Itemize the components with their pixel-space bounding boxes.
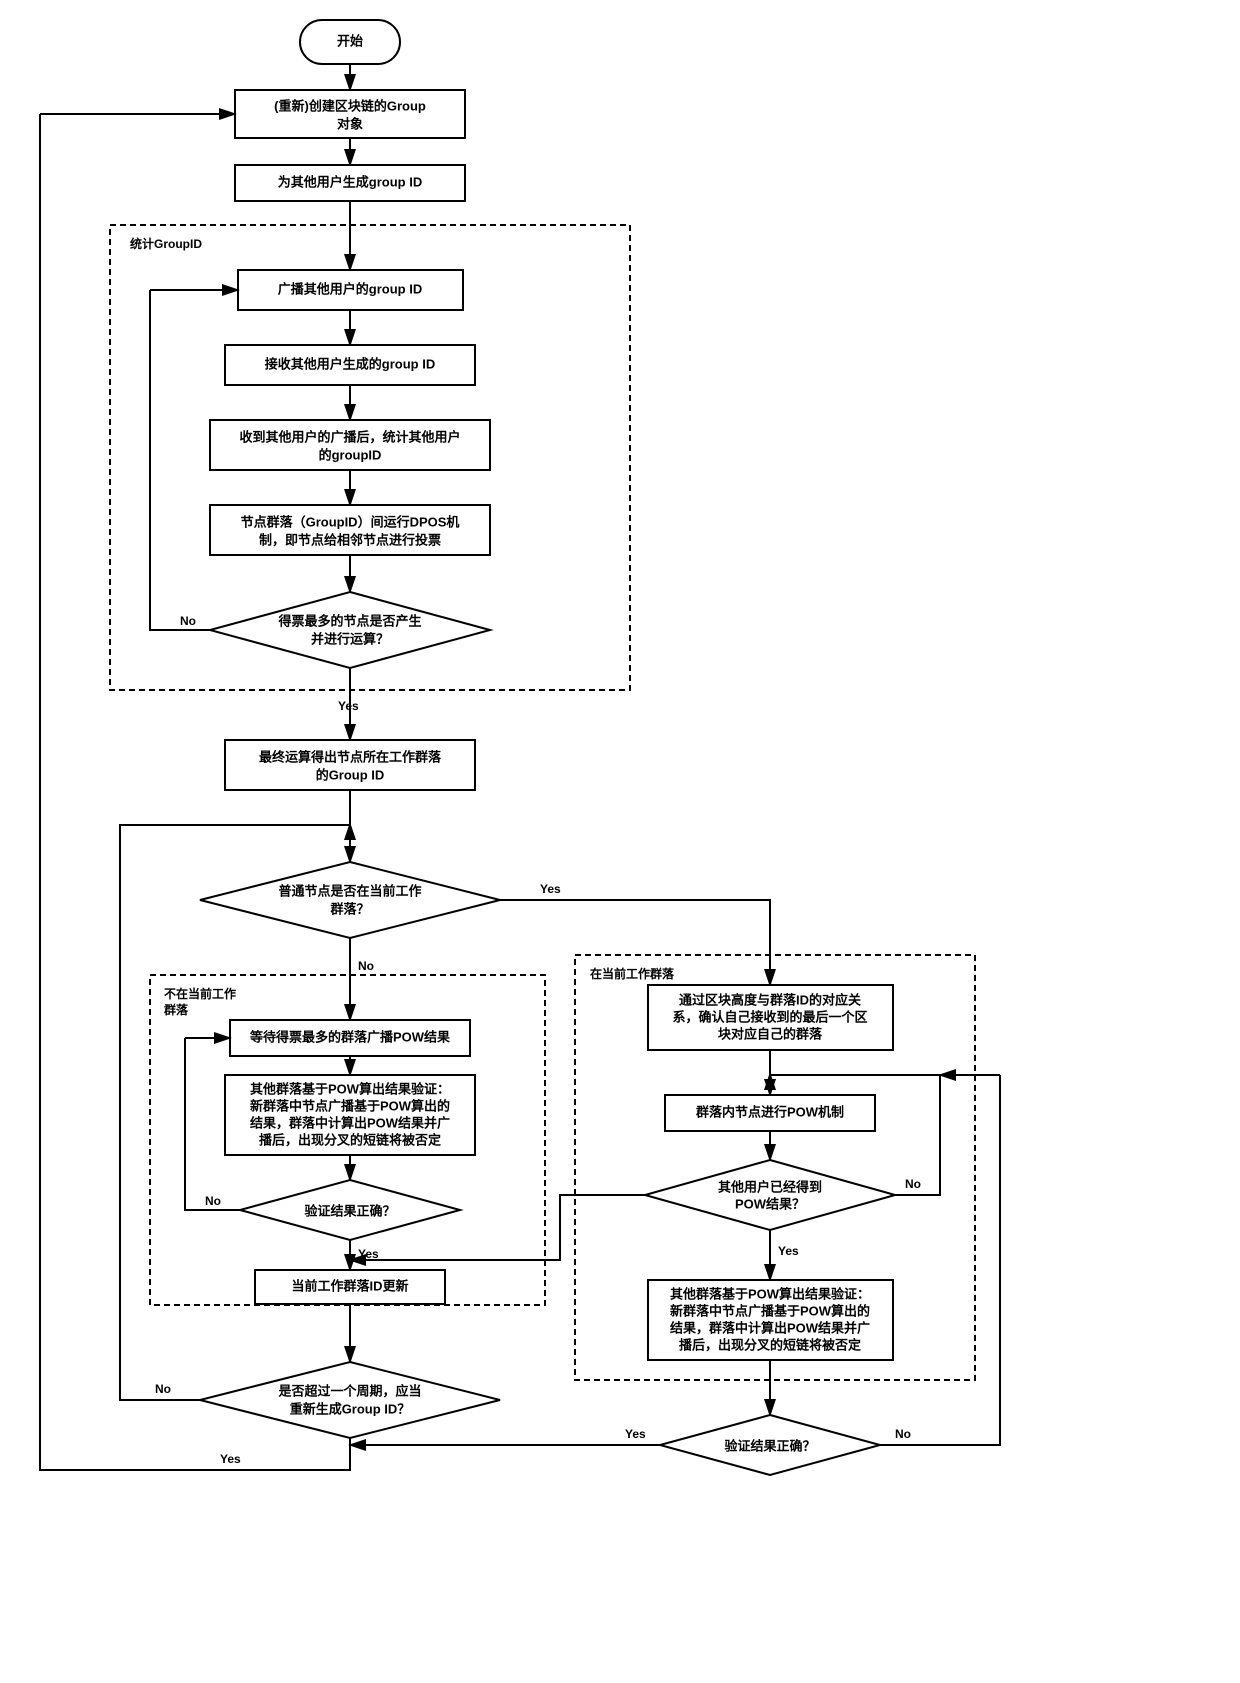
decision-pow-got xyxy=(645,1160,895,1230)
svg-text:群落: 群落 xyxy=(163,1002,189,1017)
svg-text:不在当前工作: 不在当前工作 xyxy=(164,986,236,1001)
svg-text:其他群落基于POW算出结果验证：: 其他群落基于POW算出结果验证： xyxy=(670,1286,870,1301)
svg-text:为其他用户生成group ID: 为其他用户生成group ID xyxy=(278,174,422,189)
svg-text:在当前工作群落: 在当前工作群落 xyxy=(590,966,675,981)
svg-text:制，即节点给相邻节点进行投票: 制，即节点给相邻节点进行投票 xyxy=(259,532,441,547)
svg-text:系，确认自己接收到的最后一个区: 系，确认自己接收到的最后一个区 xyxy=(672,1009,867,1024)
svg-text:对象: 对象 xyxy=(337,116,363,131)
decision-topvote xyxy=(210,592,490,668)
svg-text:最终运算得出节点所在工作群落: 最终运算得出节点所在工作群落 xyxy=(259,749,442,764)
svg-text:No: No xyxy=(895,1427,911,1441)
svg-text:广播其他用户的group ID: 广播其他用户的group ID xyxy=(278,281,422,296)
svg-text:(重新)创建区块链的Group: (重新)创建区块链的Group xyxy=(274,98,426,113)
decision-in-cluster xyxy=(200,862,500,938)
svg-text:新群落中节点广播基于POW算出的: 新群落中节点广播基于POW算出的 xyxy=(670,1303,870,1318)
svg-text:普通节点是否在当前工作: 普通节点是否在当前工作 xyxy=(278,883,421,898)
svg-text:等待得票最多的群落广播POW结果: 等待得票最多的群落广播POW结果 xyxy=(249,1029,450,1044)
svg-text:收到其他用户的广播后，统计其他用户: 收到其他用户的广播后，统计其他用户 xyxy=(239,429,460,444)
svg-text:验证结果正确？: 验证结果正确？ xyxy=(304,1203,395,1218)
svg-text:Yes: Yes xyxy=(778,1244,799,1258)
svg-text:其他群落基于POW算出结果验证：: 其他群落基于POW算出结果验证： xyxy=(250,1081,450,1096)
svg-text:并进行运算？: 并进行运算？ xyxy=(311,631,389,646)
svg-text:播后，出现分叉的短链将被否定: 播后，出现分叉的短链将被否定 xyxy=(679,1337,861,1352)
svg-text:是否超过一个周期，应当: 是否超过一个周期，应当 xyxy=(277,1383,421,1398)
svg-text:的Group ID: 的Group ID xyxy=(316,767,385,782)
svg-text:POW结果？: POW结果？ xyxy=(735,1196,805,1211)
svg-text:No: No xyxy=(205,1194,221,1208)
svg-text:的groupID: 的groupID xyxy=(319,447,382,462)
svg-text:统计GroupID: 统计GroupID xyxy=(130,236,202,251)
svg-text:其他用户已经得到: 其他用户已经得到 xyxy=(718,1179,822,1194)
svg-text:结果，群落中计算出POW结果并广: 结果，群落中计算出POW结果并广 xyxy=(250,1115,450,1130)
flowchart: 开始 (重新)创建区块链的Group 对象 为其他用户生成group ID 统计… xyxy=(0,0,1240,1683)
svg-text:播后，出现分叉的短链将被否定: 播后，出现分叉的短链将被否定 xyxy=(259,1132,441,1147)
svg-text:Yes: Yes xyxy=(625,1427,646,1441)
svg-text:Yes: Yes xyxy=(220,1452,241,1466)
svg-text:群落内节点进行POW机制: 群落内节点进行POW机制 xyxy=(696,1104,844,1119)
svg-text:验证结果正确？: 验证结果正确？ xyxy=(724,1438,815,1453)
svg-text:通过区块高度与群落ID的对应关: 通过区块高度与群落ID的对应关 xyxy=(679,992,861,1007)
svg-text:No: No xyxy=(180,614,196,628)
svg-text:节点群落（GroupID）间运行DPOS机: 节点群落（GroupID）间运行DPOS机 xyxy=(241,514,460,529)
start-label: 开始 xyxy=(337,33,363,48)
svg-text:群落？: 群落？ xyxy=(330,901,369,916)
svg-text:新群落中节点广播基于POW算出的: 新群落中节点广播基于POW算出的 xyxy=(250,1098,450,1113)
svg-text:重新生成Group ID？: 重新生成Group ID？ xyxy=(290,1401,411,1416)
decision-cycle xyxy=(200,1362,500,1438)
svg-text:得票最多的节点是否产生: 得票最多的节点是否产生 xyxy=(277,613,421,628)
svg-text:No: No xyxy=(905,1177,921,1191)
svg-text:当前工作群落ID更新: 当前工作群落ID更新 xyxy=(291,1278,408,1293)
svg-text:Yes: Yes xyxy=(540,882,561,896)
svg-text:结果，群落中计算出POW结果并广: 结果，群落中计算出POW结果并广 xyxy=(670,1320,870,1335)
dpos-box xyxy=(210,505,490,555)
svg-text:Yes: Yes xyxy=(358,1247,379,1261)
svg-text:接收其他用户生成的group ID: 接收其他用户生成的group ID xyxy=(265,356,435,371)
stat-box xyxy=(210,420,490,470)
svg-text:Yes: Yes xyxy=(338,699,359,713)
svg-text:块对应自己的群落: 块对应自己的群落 xyxy=(718,1026,823,1041)
svg-text:No: No xyxy=(155,1382,171,1396)
final-groupid-box xyxy=(225,740,475,790)
svg-text:No: No xyxy=(358,959,374,973)
